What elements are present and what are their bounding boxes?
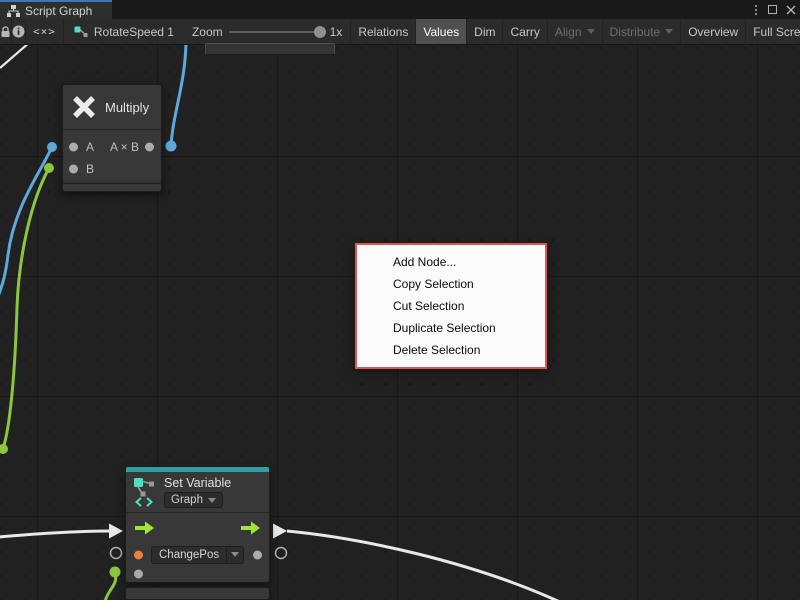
zoom-slider-handle[interactable] <box>314 26 326 38</box>
variable-port-row: ChangePos <box>126 543 269 566</box>
code-icon: <×> <box>33 25 56 38</box>
menu-item-cut-selection[interactable]: Cut Selection <box>357 295 545 317</box>
value-output-port[interactable] <box>253 550 262 559</box>
flow-output-arrow[interactable] <box>241 522 260 535</box>
tab-script-graph[interactable]: Script Graph <box>0 0 112 19</box>
flow-port-row <box>126 513 269 543</box>
graph-toolbar: <×> RotateSpeed 1 Zoom 1x Relations Valu… <box>0 19 800 45</box>
input-port-a[interactable] <box>69 143 78 152</box>
port-label-out: A × B <box>110 140 139 154</box>
output-port[interactable] <box>145 143 154 152</box>
code-view-button[interactable]: <×> <box>26 19 64 44</box>
port-label-b: B <box>86 162 94 176</box>
zoom-label: Zoom <box>192 25 223 39</box>
node-title: Set Variable <box>164 476 231 490</box>
variable-name-label: ChangePos <box>152 547 226 563</box>
align-label: Align <box>555 25 582 39</box>
overview-label: Overview <box>688 25 738 39</box>
zoom-slider[interactable] <box>229 31 324 33</box>
graph-icon <box>7 5 20 17</box>
tab-label: Script Graph <box>25 4 92 18</box>
value-input-port[interactable] <box>134 570 143 579</box>
chevron-down-icon <box>208 498 216 503</box>
lock-icon <box>0 26 11 38</box>
info-icon <box>12 25 25 38</box>
graph-reference-button[interactable]: RotateSpeed 1 <box>64 19 184 44</box>
graph-reference-label: RotateSpeed 1 <box>94 25 174 39</box>
menu-item-delete-selection[interactable]: Delete Selection <box>357 339 545 361</box>
context-menu: Add Node... Copy Selection Cut Selection… <box>355 243 547 369</box>
full-screen-button[interactable]: Full Screen <box>746 19 800 44</box>
menu-item-add-node[interactable]: Add Node... <box>357 251 545 273</box>
script-graph-window: Script Graph <×> <box>0 0 800 600</box>
node-multiply[interactable]: Multiply A A × B B <box>62 84 162 189</box>
variable-dropdown-button[interactable] <box>226 547 243 563</box>
window-menu-icon[interactable] <box>753 3 759 17</box>
node-set-variable[interactable]: Set Variable Graph ChangePos <box>125 466 270 583</box>
node-multiply-header[interactable]: Multiply <box>63 85 161 130</box>
port-label-a: A <box>86 140 94 154</box>
flow-input-arrow[interactable] <box>135 522 154 535</box>
window-controls <box>753 0 796 19</box>
partially-hidden-node[interactable] <box>205 43 335 55</box>
carry-button[interactable]: Carry <box>503 19 547 44</box>
distribute-button[interactable]: Distribute <box>603 19 682 44</box>
variable-scope-dropdown[interactable]: Graph <box>164 492 223 508</box>
node-multiply-body: A A × B B <box>63 130 161 188</box>
variable-name-port[interactable] <box>134 550 143 559</box>
chevron-down-icon <box>587 29 595 34</box>
align-button[interactable]: Align <box>548 19 603 44</box>
node-set-variable-header[interactable]: Set Variable Graph <box>126 472 269 513</box>
values-button[interactable]: Values <box>416 19 467 44</box>
menu-item-duplicate-selection[interactable]: Duplicate Selection <box>357 317 545 339</box>
chevron-down-icon <box>231 552 239 557</box>
menu-item-copy-selection[interactable]: Copy Selection <box>357 273 545 295</box>
overview-button[interactable]: Overview <box>681 19 746 44</box>
maximize-icon[interactable] <box>768 5 777 14</box>
relations-button[interactable]: Relations <box>350 19 416 44</box>
scope-label: Graph <box>171 494 203 506</box>
zoom-value: 1x <box>330 25 343 39</box>
zoom-control: Zoom 1x <box>184 19 350 44</box>
titlebar: Script Graph <box>0 0 800 19</box>
info-button[interactable] <box>12 19 26 44</box>
node-multiply-footer <box>62 183 162 192</box>
chevron-down-icon <box>665 29 673 34</box>
full-screen-label: Full Screen <box>753 25 800 39</box>
lock-button[interactable] <box>0 19 12 44</box>
multiply-icon <box>71 94 97 120</box>
close-icon[interactable] <box>786 5 796 15</box>
dim-button[interactable]: Dim <box>467 19 503 44</box>
node-set-variable-footer <box>125 587 270 600</box>
variable-name-dropdown[interactable]: ChangePos <box>151 546 244 564</box>
distribute-label: Distribute <box>610 25 661 39</box>
carry-label: Carry <box>510 25 539 39</box>
relations-label: Relations <box>358 25 408 39</box>
dim-label: Dim <box>474 25 495 39</box>
value-input-row <box>126 566 269 582</box>
script-graph-ref-icon <box>74 26 88 38</box>
node-title: Multiply <box>105 100 149 115</box>
values-label: Values <box>423 25 459 39</box>
input-port-b[interactable] <box>69 165 78 174</box>
set-variable-icon <box>133 477 157 507</box>
